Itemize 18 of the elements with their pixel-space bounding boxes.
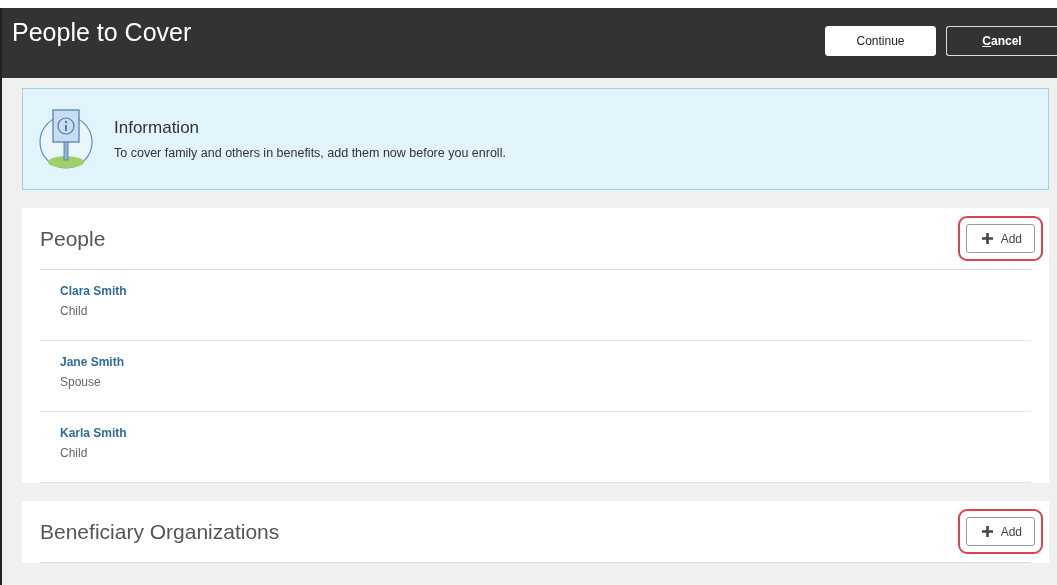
section-title: Beneficiary Organizations — [40, 519, 280, 544]
add-button[interactable]: Add — [965, 224, 1035, 253]
relationship-label: Child — [60, 304, 89, 318]
info-sign-icon — [38, 108, 94, 170]
person-link[interactable]: Karla Smith — [60, 426, 1011, 440]
info-message: To cover family and others in benefits, add them now before you enroll. — [114, 146, 506, 160]
relationship-label: Spouse — [60, 375, 102, 389]
person-link[interactable]: Jane Smith — [60, 355, 1011, 369]
plus-icon — [981, 526, 993, 537]
plus-icon — [981, 233, 993, 244]
add-button[interactable]: Add — [965, 517, 1035, 546]
info-title: Information — [114, 118, 201, 138]
cancel-button[interactable]: Cancel — [946, 26, 1057, 56]
page-title: People to Cover — [12, 18, 192, 47]
section-title: People — [40, 226, 106, 251]
continue-button[interactable]: Continue — [825, 26, 936, 56]
relationship-label: Child — [60, 446, 89, 460]
person-link[interactable]: Clara Smith — [60, 284, 1011, 298]
